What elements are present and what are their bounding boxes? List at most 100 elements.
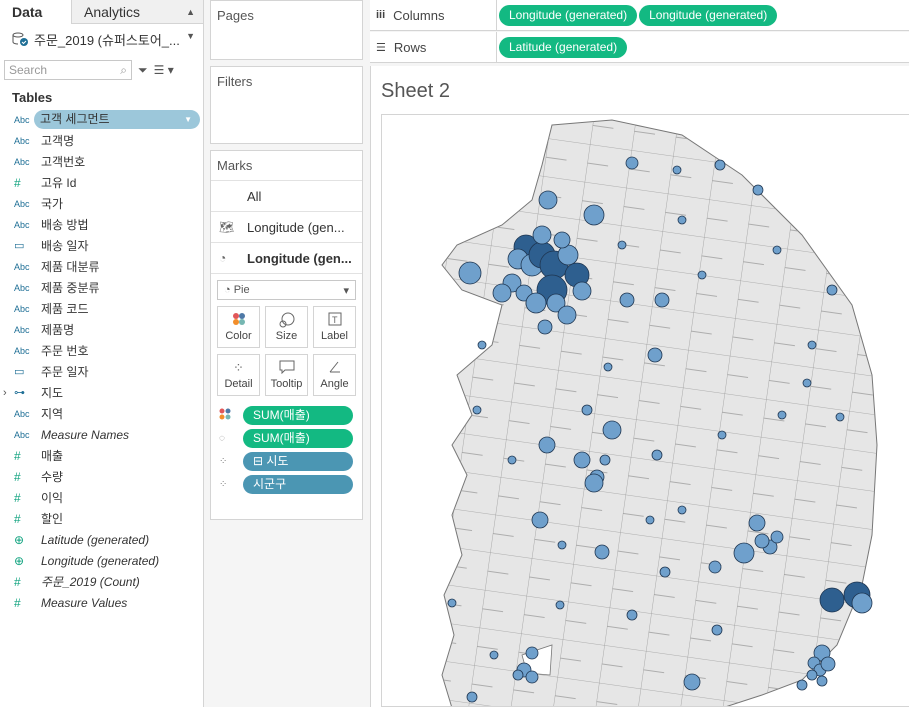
pie-mark[interactable] xyxy=(617,240,627,250)
chevron-down-icon[interactable]: ▼ xyxy=(184,110,192,129)
detail-pill-sido[interactable]: ⊟ 시도 xyxy=(243,452,353,471)
selected-field-pill[interactable]: 고객 세그먼트 ▼ xyxy=(34,110,200,129)
pie-mark[interactable] xyxy=(820,656,836,672)
columns-pill-2[interactable]: Longitude (generated) xyxy=(639,4,778,26)
size-pill[interactable]: SUM(매출) xyxy=(243,429,353,448)
pie-mark[interactable] xyxy=(708,560,722,574)
field-item[interactable]: ▭ 배송 일자 xyxy=(0,235,203,256)
pie-mark[interactable] xyxy=(555,600,565,610)
pie-mark[interactable] xyxy=(512,669,524,681)
pie-mark[interactable] xyxy=(538,436,556,454)
search-input[interactable]: Search ⌕ xyxy=(4,60,132,80)
field-item[interactable]: Abc 고객명 xyxy=(0,130,203,151)
pie-mark[interactable] xyxy=(532,225,552,245)
pie-mark[interactable] xyxy=(826,284,838,296)
pie-mark[interactable] xyxy=(573,451,591,469)
pie-mark[interactable] xyxy=(807,340,817,350)
field-item[interactable]: Abc 제품명 xyxy=(0,319,203,340)
pie-mark[interactable] xyxy=(645,515,655,525)
encoding-detail-sigungu[interactable]: ⁘ 시군구 xyxy=(211,473,362,496)
pie-mark[interactable] xyxy=(654,292,670,308)
tab-data[interactable]: Data xyxy=(0,0,72,24)
pages-card[interactable]: Pages xyxy=(210,0,363,60)
pie-mark[interactable] xyxy=(507,455,517,465)
pie-mark[interactable] xyxy=(599,454,611,466)
pie-mark[interactable] xyxy=(584,473,604,493)
field-item[interactable]: # Measure Values xyxy=(0,592,203,613)
view-options-icon[interactable]: ☰ ▾ xyxy=(154,63,174,77)
field-item[interactable]: # 이익 xyxy=(0,487,203,508)
pie-mark[interactable] xyxy=(447,598,457,608)
field-item[interactable]: Abc 주문 번호 xyxy=(0,340,203,361)
field-item[interactable]: Abc 고객번호 xyxy=(0,151,203,172)
columns-pill-1[interactable]: Longitude (generated) xyxy=(499,4,638,26)
pie-mark[interactable] xyxy=(772,245,782,255)
field-item[interactable]: # 주문_2019 (Count) xyxy=(0,571,203,592)
pie-mark[interactable] xyxy=(594,544,610,560)
field-item[interactable]: Abc Measure Names xyxy=(0,424,203,445)
pie-mark[interactable] xyxy=(458,261,482,285)
expand-icon[interactable]: › xyxy=(3,387,7,399)
pie-mark[interactable] xyxy=(603,362,613,372)
mark-type-select[interactable]: ◔ Pie ▾ xyxy=(217,280,356,300)
pie-mark[interactable] xyxy=(748,514,766,532)
datasource-item[interactable]: 주문_2019 (슈퍼스토어_... xyxy=(0,24,203,54)
pie-mark[interactable] xyxy=(626,609,638,621)
marks-layer-pie[interactable]: ◔ Longitude (gen... xyxy=(211,243,362,274)
pie-mark[interactable] xyxy=(619,292,635,308)
pie-mark[interactable] xyxy=(625,156,639,170)
pie-mark[interactable] xyxy=(583,204,605,226)
pie-mark[interactable] xyxy=(557,305,577,325)
field-item[interactable]: Abc 고객 세그먼트 ▼ xyxy=(0,109,203,130)
detail-pill-sigungu[interactable]: 시군구 xyxy=(243,475,353,494)
pie-mark[interactable] xyxy=(472,405,482,415)
pie-mark[interactable] xyxy=(752,184,764,196)
field-item[interactable]: # 매출 xyxy=(0,445,203,466)
sheet-title[interactable]: Sheet 2 xyxy=(381,80,450,103)
pie-mark[interactable] xyxy=(525,292,547,314)
pie-mark[interactable] xyxy=(754,533,770,549)
field-item[interactable]: Abc 배송 방법 xyxy=(0,214,203,235)
pie-mark[interactable] xyxy=(819,587,845,613)
marks-layer-map[interactable]: 🗺 Longitude (gen... xyxy=(211,212,362,243)
field-item[interactable]: Abc 제품 코드 xyxy=(0,298,203,319)
tooltip-button[interactable]: Tooltip xyxy=(265,354,308,396)
pie-mark[interactable] xyxy=(714,159,726,171)
pie-mark[interactable] xyxy=(492,283,512,303)
pie-mark[interactable] xyxy=(777,410,787,420)
pie-mark[interactable] xyxy=(677,215,687,225)
pie-mark[interactable] xyxy=(672,165,682,175)
color-pill[interactable]: SUM(매출) xyxy=(243,406,353,425)
label-button[interactable]: T Label xyxy=(313,306,356,348)
field-item[interactable]: # 할인 xyxy=(0,508,203,529)
pie-mark[interactable] xyxy=(711,624,723,636)
pie-mark[interactable] xyxy=(835,412,845,422)
angle-button[interactable]: Angle xyxy=(313,354,356,396)
color-button[interactable]: Color xyxy=(217,306,260,348)
pie-mark[interactable] xyxy=(683,673,701,691)
pie-mark[interactable] xyxy=(647,347,663,363)
pie-mark[interactable] xyxy=(466,691,478,703)
pie-mark[interactable] xyxy=(816,675,828,687)
pie-mark[interactable] xyxy=(677,505,687,515)
field-item[interactable]: ⊕ Longitude (generated) xyxy=(0,550,203,571)
field-item[interactable]: # 수량 xyxy=(0,466,203,487)
pie-mark[interactable] xyxy=(525,646,539,660)
map-view[interactable] xyxy=(381,114,909,707)
pie-mark[interactable] xyxy=(538,190,558,210)
field-item[interactable]: › ⊶ 지도 xyxy=(0,382,203,403)
pie-mark[interactable] xyxy=(602,420,622,440)
pie-mark[interactable] xyxy=(525,670,539,684)
tab-analytics[interactable]: Analytics ▲ ▼ xyxy=(72,0,203,41)
pie-mark[interactable] xyxy=(717,430,727,440)
filter-icon[interactable]: ⏷ xyxy=(138,63,148,78)
pie-mark[interactable] xyxy=(802,378,812,388)
field-item[interactable]: ⊕ Latitude (generated) xyxy=(0,529,203,550)
filters-card[interactable]: Filters xyxy=(210,66,363,144)
pie-mark[interactable] xyxy=(733,542,755,564)
pie-mark[interactable] xyxy=(796,679,808,691)
field-item[interactable]: ▭ 주문 일자 xyxy=(0,361,203,382)
field-item[interactable]: Abc 제품 중분류 xyxy=(0,277,203,298)
field-item[interactable]: Abc 지역 xyxy=(0,403,203,424)
encoding-color[interactable]: SUM(매출) xyxy=(211,404,362,427)
